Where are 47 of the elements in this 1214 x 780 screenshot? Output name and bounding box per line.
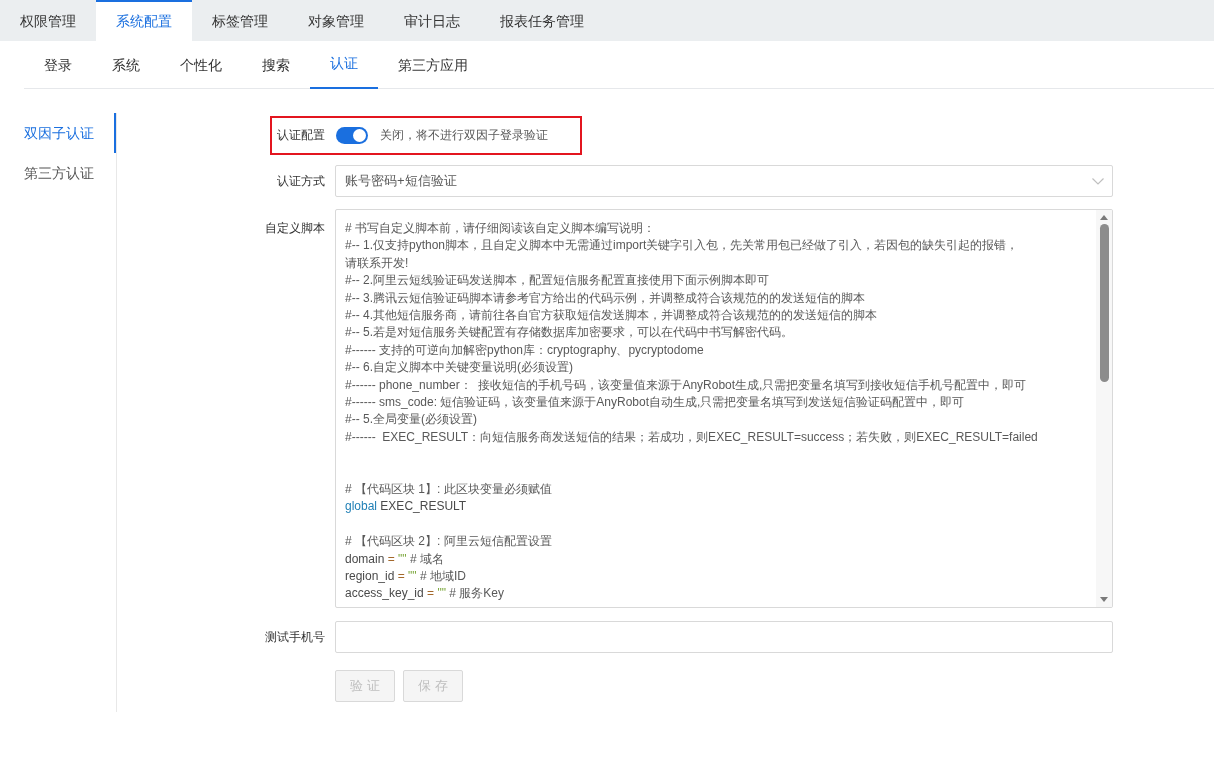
switch-description: 关闭，将不进行双因子登录验证 <box>380 127 548 144</box>
code-line: #-- 5.全局变量(必须设置) <box>345 411 477 429</box>
code-line: global EXEC_RESULT <box>345 498 467 516</box>
code-line: # 书写自定义脚本前，请仔细阅读该自定义脚本编写说明： <box>345 220 655 237</box>
toggle-switch[interactable] <box>336 126 368 144</box>
field-label: 认证方式 <box>277 172 325 190</box>
script-editor[interactable] <box>335 209 1113 608</box>
sub-tab[interactable]: 第三方应用 <box>378 41 488 89</box>
field-label: 认证配置 <box>277 126 325 144</box>
sub-tab[interactable]: 认证 <box>310 41 378 89</box>
scrollbar-thumb[interactable] <box>1099 224 1109 382</box>
sub-tab[interactable]: 个性化 <box>160 41 242 89</box>
code-line: # 【代码区块 1】: 此区块变量必须赋值 <box>345 481 552 499</box>
top-nav-tab[interactable]: 权限管理 <box>0 0 96 41</box>
top-nav-tab[interactable]: 系统配置 <box>96 0 192 41</box>
sub-tab[interactable]: 搜索 <box>242 41 310 89</box>
field-label: 自定义脚本 <box>265 220 325 237</box>
code-line: #------ 支持的可逆向加解密python库：cryptography、pycryptodome <box>345 341 704 359</box>
sidebar-item[interactable]: 双因子认证 <box>0 113 116 153</box>
top-nav-tab[interactable]: 报表任务管理 <box>480 0 604 41</box>
scroll-down-arrow-icon[interactable] <box>1100 597 1108 602</box>
code-line: 请联系开发! <box>345 254 409 272</box>
code-line: #------ sms_code: 短信验证码，该变量值来源于AnyRobot自动生成,只需把变量名填写到发送短信验证码配置中，即可 <box>345 394 965 412</box>
chevron-down-icon <box>1092 177 1104 185</box>
phone-input-field[interactable] <box>335 621 1113 653</box>
field-label: 测试手机号 <box>265 628 325 646</box>
top-nav-tab[interactable]: 标签管理 <box>192 0 288 41</box>
code-line: #-- 3.腾讯云短信验证码脚本请参考官方给出的代码示例，并调整成符合该规范的的发送短信的脚本 <box>345 289 865 307</box>
code-line: #------ phone_number： 接收短信的手机号码，该变量值来源于AnyRobot生成,只需把变量名填写到接收短信手机号配置中，即可 <box>345 376 1027 394</box>
sub-tab[interactable]: 登录 <box>24 41 92 89</box>
code-line: domain = "" # 域名 <box>345 550 444 568</box>
code-line: #-- 1.仅支持python脚本，且自定义脚本中无需通过import关键字引入包，先关常用包已经做了引入，若因包的缺失引起的报错， <box>345 237 1019 255</box>
code-line: access_key_id = "" # 服务Key <box>345 585 504 603</box>
top-nav-tab[interactable]: 审计日志 <box>384 0 480 41</box>
scrollbar[interactable] <box>1096 210 1112 607</box>
top-nav-tab[interactable]: 对象管理 <box>288 0 384 41</box>
code-line: #-- 6.自定义脚本中关键变量说明(必须设置) <box>345 359 573 377</box>
code-line: #-- 2.阿里云短线验证码发送脚本，配置短信服务配置直接使用下面示例脚本即可 <box>345 272 769 290</box>
sidebar-item[interactable]: 第三方认证 <box>0 153 116 193</box>
code-line: #-- 5.若是对短信服务关键配置有存储数据库加密要求，可以在代码中书写解密代码。 <box>345 324 793 342</box>
scroll-up-arrow-icon[interactable] <box>1100 215 1108 220</box>
code-line: # 【代码区块 2】: 阿里云短信配置设置 <box>345 533 552 551</box>
auth-method-select[interactable]: 账号密码+短信验证 <box>335 165 1113 197</box>
sub-tab[interactable]: 系统 <box>92 41 160 89</box>
code-line: #------ EXEC_RESULT：向短信服务商发送短信的结果；若成功，则EXEC_RESULT=success；若失败，则EXEC_RESULT=failed <box>345 428 1038 446</box>
code-line: region_id = "" # 地域ID <box>345 568 466 586</box>
code-line: #-- 4.其他短信服务商，请前往各自官方获取短信发送脚本，并调整成符合该规范的的发送短信的脚本 <box>345 307 877 325</box>
